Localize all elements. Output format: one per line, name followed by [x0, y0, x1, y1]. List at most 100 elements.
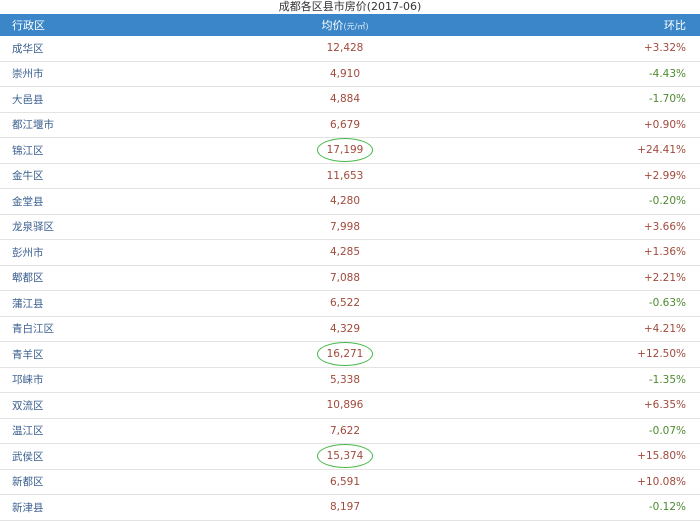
month-change: -1.35% [648, 373, 686, 386]
average-price: 15,374 [150, 444, 540, 469]
month-change: +6.35% [643, 399, 686, 412]
district-name: 蒲江县 [12, 297, 44, 310]
average-price-value: 4,910 [329, 67, 361, 80]
average-price-value: 8,197 [329, 501, 361, 514]
average-price-value: 10,896 [326, 399, 364, 412]
district-name: 邛崃市 [12, 374, 44, 387]
average-price: 12,428 [150, 42, 540, 54]
month-change: -4.43% [648, 67, 686, 80]
average-price-value: 11,653 [326, 169, 364, 182]
table-row: 武侯区 15,374 +15.80% [0, 444, 700, 470]
average-price-value: 12,428 [326, 42, 364, 55]
header-price-label: 均价 [321, 19, 344, 32]
month-change: +15.80% [637, 450, 686, 463]
average-price-value: 4,280 [329, 195, 361, 208]
average-price-value: 7,998 [329, 220, 361, 233]
table-row: 都江堰市 6,679 +0.90% [0, 113, 700, 138]
month-change: +2.99% [643, 169, 686, 182]
average-price-value: 7,088 [329, 271, 361, 284]
average-price-value: 5,338 [329, 373, 361, 386]
district-name: 青羊区 [12, 348, 44, 361]
average-price: 17,199 [150, 138, 540, 163]
month-change: +24.41% [637, 144, 686, 157]
table-row: 彭州市 4,285 +1.36% [0, 240, 700, 266]
average-price: 4,285 [150, 246, 540, 258]
district-name: 崇州市 [12, 68, 44, 81]
table-row: 双流区 10,896 +6.35% [0, 393, 700, 419]
table-row: 新津县 8,197 -0.12% [0, 495, 700, 521]
table-row: 蒲江县 6,522 -0.63% [0, 291, 700, 317]
district-name: 新都区 [12, 476, 44, 489]
district-name: 郫都区 [12, 272, 44, 285]
average-price-value: 7,622 [329, 424, 361, 437]
table-row: 青白江区 4,329 +4.21% [0, 317, 700, 342]
average-price: 11,653 [150, 170, 540, 182]
table-row: 金堂县 4,280 -0.20% [0, 189, 700, 215]
average-price-value: 6,522 [329, 297, 361, 310]
table-row: 崇州市 4,910 -4.43% [0, 62, 700, 87]
table-row: 温江区 7,622 -0.07% [0, 419, 700, 444]
district-name: 温江区 [12, 425, 44, 438]
average-price: 7,622 [150, 425, 540, 437]
average-price-value: 15,374 [326, 450, 364, 463]
average-price-value: 4,285 [329, 246, 361, 259]
month-change: +4.21% [643, 322, 686, 335]
month-change: +12.50% [637, 348, 686, 361]
average-price: 5,338 [150, 374, 540, 386]
month-change: +3.66% [643, 220, 686, 233]
table-row: 龙泉驿区 7,998 +3.66% [0, 215, 700, 240]
header-change: 环比 [664, 19, 686, 32]
month-change: +2.21% [643, 271, 686, 284]
average-price-value: 17,199 [326, 144, 364, 157]
month-change: +3.32% [643, 42, 686, 55]
average-price: 4,280 [150, 195, 540, 207]
average-price: 16,271 [150, 342, 540, 367]
month-change: -0.20% [648, 195, 686, 208]
district-name: 彭州市 [12, 246, 44, 259]
price-table: 行政区 均价(元/㎡) 环比 成华区 12,428 +3.32% 崇州市 4,910 -4… [0, 14, 700, 521]
month-change: +1.36% [643, 246, 686, 259]
month-change: -0.12% [648, 501, 686, 514]
average-price-value: 6,679 [329, 118, 361, 131]
district-name: 新津县 [12, 501, 44, 514]
table-row: 成华区 12,428 +3.32% [0, 36, 700, 62]
month-change: -0.63% [648, 297, 686, 310]
header-price-unit: (元/㎡) [343, 22, 369, 31]
average-price: 7,088 [150, 272, 540, 284]
table-row: 大邑县 4,884 -1.70% [0, 87, 700, 113]
district-name: 双流区 [12, 399, 44, 412]
table-row: 金牛区 11,653 +2.99% [0, 164, 700, 189]
table-row: 青羊区 16,271 +12.50% [0, 342, 700, 368]
header-price: 均价(元/㎡) [150, 17, 540, 33]
average-price-value: 6,591 [329, 475, 361, 488]
district-name: 金堂县 [12, 195, 44, 208]
average-price: 4,329 [150, 323, 540, 335]
average-price: 6,522 [150, 297, 540, 309]
average-price: 4,884 [150, 93, 540, 105]
table-row: 新都区 6,591 +10.08% [0, 470, 700, 495]
district-name: 大邑县 [12, 93, 44, 106]
table-row: 郫都区 7,088 +2.21% [0, 266, 700, 291]
average-price: 10,896 [150, 399, 540, 411]
average-price-value: 4,884 [329, 93, 361, 106]
table-row: 锦江区 17,199 +24.41% [0, 138, 700, 164]
month-change: +10.08% [637, 475, 686, 488]
district-name: 武侯区 [12, 450, 44, 463]
page-title: 成都各区县市房价(2017-06) [278, 0, 422, 13]
district-name: 金牛区 [12, 170, 44, 183]
average-price: 4,910 [150, 68, 540, 80]
header-district: 行政区 [12, 19, 45, 32]
district-name: 青白江区 [12, 323, 54, 336]
table-header: 行政区 均价(元/㎡) 环比 [0, 14, 700, 36]
month-change: +0.90% [643, 118, 686, 131]
average-price: 7,998 [150, 221, 540, 233]
table-row: 邛崃市 5,338 -1.35% [0, 368, 700, 393]
district-name: 龙泉驿区 [12, 221, 54, 234]
average-price-value: 16,271 [326, 348, 364, 361]
average-price: 6,591 [150, 476, 540, 488]
table-body: 成华区 12,428 +3.32% 崇州市 4,910 -4.43% 大邑县 4,884 -1.… [0, 36, 700, 521]
district-name: 锦江区 [12, 144, 44, 157]
average-price-value: 4,329 [329, 322, 361, 335]
month-change: -0.07% [648, 424, 686, 437]
average-price: 8,197 [150, 501, 540, 513]
